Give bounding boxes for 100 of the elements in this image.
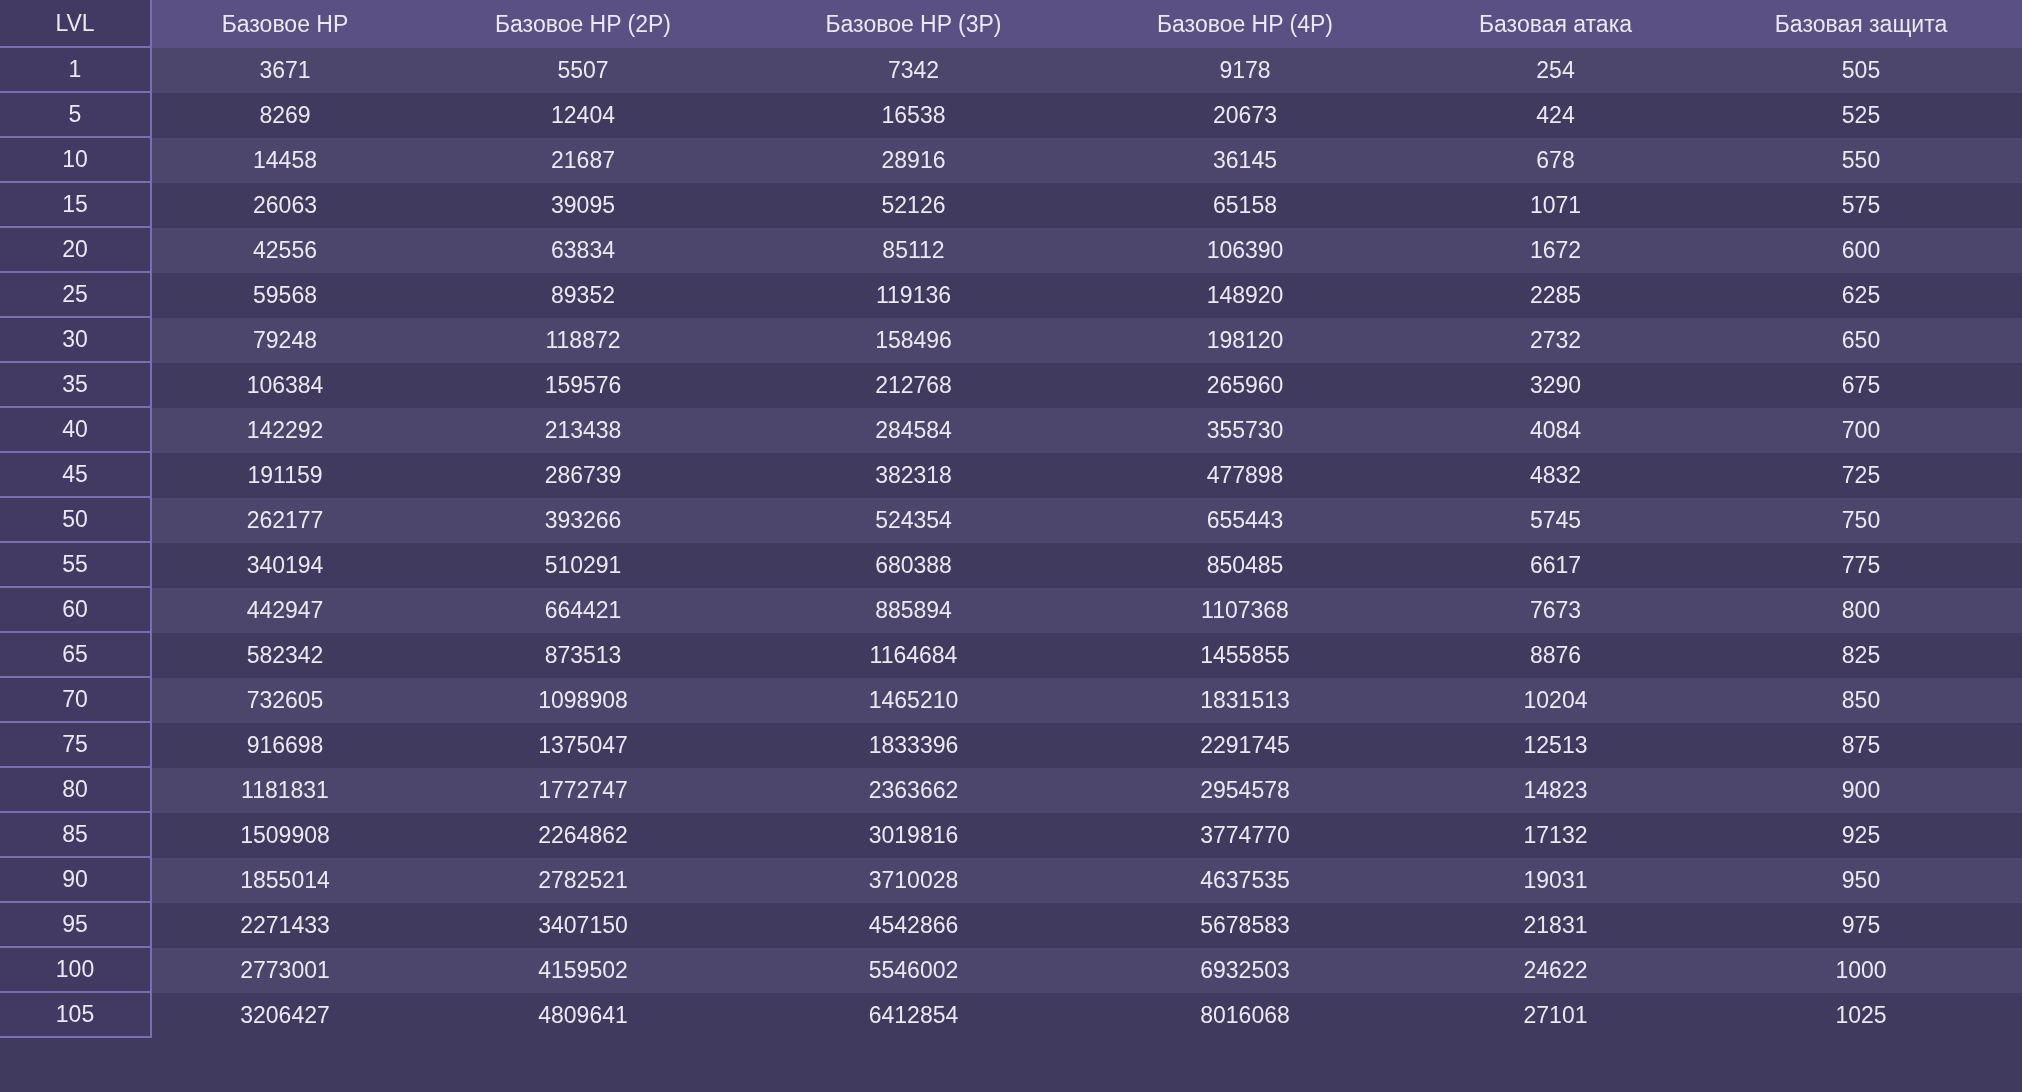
table-cell-text: 2271433	[239, 911, 331, 940]
table-cell-text: 262177	[245, 506, 325, 535]
table-cell-text: 5507	[556, 56, 610, 85]
table-cell-text: 198120	[1205, 326, 1285, 355]
table-cell-text: 664421	[543, 596, 623, 625]
table-cell-text: 900	[1840, 776, 1882, 805]
table-cell-text: 6932503	[1199, 956, 1291, 985]
table-cell-text: 1107368	[1200, 596, 1290, 625]
table-cell-text: 393266	[543, 506, 623, 535]
table-cell-text: 4637535	[1199, 866, 1291, 895]
table-cell-text: 28916	[880, 146, 947, 175]
table-cell-text: 700	[1840, 416, 1882, 445]
table-cell-text: 775	[1840, 551, 1882, 580]
table-cell-text: 2773001	[239, 956, 331, 985]
table-cell-text: 2954578	[1199, 776, 1291, 805]
table-cell-text: 2782521	[537, 866, 629, 895]
table-cell-text: 525	[1840, 101, 1882, 130]
table-cell-text: 39095	[550, 191, 616, 220]
row-header: 15	[0, 183, 152, 228]
table-cell-text: 424	[1535, 101, 1576, 130]
table-cell-text: 5546002	[867, 956, 960, 985]
table-cell-text: 3206427	[239, 1001, 331, 1030]
table-cell-text: 212768	[874, 371, 953, 400]
table-cell-text: 550	[1840, 146, 1882, 175]
table-cell-text: 79248	[252, 326, 318, 355]
table-cell-text: 52126	[880, 191, 947, 220]
table-cell-text: 3019816	[867, 821, 960, 850]
row-header: 35	[0, 363, 152, 408]
column-header: LVL	[0, 0, 152, 48]
table-cell-text: 24622	[1522, 956, 1589, 985]
table-cell-text: 725	[1840, 461, 1882, 490]
table-cell-text: 85112	[881, 236, 946, 265]
table-cell-text: 42556	[252, 236, 318, 265]
table-cell-text: 20673	[1212, 101, 1278, 130]
table-cell-text: 2363662	[867, 776, 960, 805]
row-header: 25	[0, 273, 152, 318]
table-cell-text: 3407150	[537, 911, 629, 940]
table-cell-text: 1455855	[1199, 641, 1291, 670]
table-cell-text: 106390	[1205, 236, 1285, 265]
table-cell-text: 5745	[1528, 506, 1583, 535]
table-cell-text: 655443	[1205, 506, 1285, 535]
row-header: 80	[0, 768, 152, 813]
table-cell-text: 340194	[245, 551, 325, 580]
table-cell-text: 16538	[880, 101, 947, 130]
column-header: Базовое HP	[220, 9, 350, 39]
table-cell-text: 8269	[258, 101, 312, 130]
table-cell-text: 21831	[1522, 911, 1589, 940]
table-cell-text: 5678583	[1199, 911, 1291, 940]
table-cell-text: 6412854	[867, 1001, 960, 1030]
row-header: 50	[0, 498, 152, 543]
table-cell-text: 4542866	[867, 911, 960, 940]
table-cell-text: 1833396	[867, 731, 960, 760]
table-cell-text: 118872	[544, 326, 622, 355]
row-header: 20	[0, 228, 152, 273]
table-cell-text: 158496	[874, 326, 953, 355]
table-cell-text: 26063	[252, 191, 318, 220]
table-cell-text: 873513	[543, 641, 623, 670]
table-cell-text: 65158	[1212, 191, 1278, 220]
row-header: 5	[0, 93, 152, 138]
table-cell-text: 254	[1535, 56, 1576, 85]
table-cell-text: 14823	[1522, 776, 1589, 805]
table-cell-text: 1000	[1834, 956, 1888, 985]
table-cell-text: 850	[1840, 686, 1882, 715]
row-header: 60	[0, 588, 152, 633]
table-cell-text: 119136	[874, 281, 952, 310]
table-cell-text: 477898	[1205, 461, 1285, 490]
table-cell-text: 650	[1840, 326, 1882, 355]
row-header: 90	[0, 858, 152, 903]
table-cell-text: 213438	[543, 416, 623, 445]
column-header: Базовое HP (4P)	[1156, 9, 1334, 39]
table-cell-text: 916698	[245, 731, 325, 760]
table-cell-text: 950	[1840, 866, 1882, 895]
table-cell-text: 675	[1840, 371, 1882, 400]
table-cell-text: 159576	[543, 371, 623, 400]
table-cell-text: 975	[1840, 911, 1882, 940]
table-cell-text: 8016068	[1199, 1001, 1291, 1030]
table-cell-text: 1025	[1834, 1001, 1888, 1030]
table-cell-text: 4832	[1528, 461, 1583, 490]
column-header: Базовая атака	[1478, 9, 1633, 39]
table-cell-text: 17132	[1522, 821, 1589, 850]
table-cell-text: 885894	[874, 596, 953, 625]
column-header: Базовое HP (3P)	[824, 9, 1003, 39]
table-cell-text: 825	[1840, 641, 1882, 670]
table-cell-text: 732605	[245, 686, 325, 715]
table-cell-text: 850485	[1205, 551, 1285, 580]
table-cell-text: 1772747	[537, 776, 629, 805]
row-header: 10	[0, 138, 152, 183]
table-cell-text: 750	[1840, 506, 1882, 535]
table-cell-text: 14458	[252, 146, 318, 175]
row-header: 30	[0, 318, 152, 363]
table-cell-text: 59568	[252, 281, 318, 310]
table-cell-text: 8876	[1528, 641, 1583, 670]
table-cell-text: 575	[1840, 191, 1882, 220]
table-cell-text: 3774770	[1199, 821, 1291, 850]
row-header: 70	[0, 678, 152, 723]
table-cell-text: 1098908	[537, 686, 629, 715]
table-cell-text: 1375047	[537, 731, 629, 760]
table-cell-text: 63834	[550, 236, 616, 265]
row-header: 100	[0, 948, 152, 993]
table-cell-text: 678	[1535, 146, 1576, 175]
